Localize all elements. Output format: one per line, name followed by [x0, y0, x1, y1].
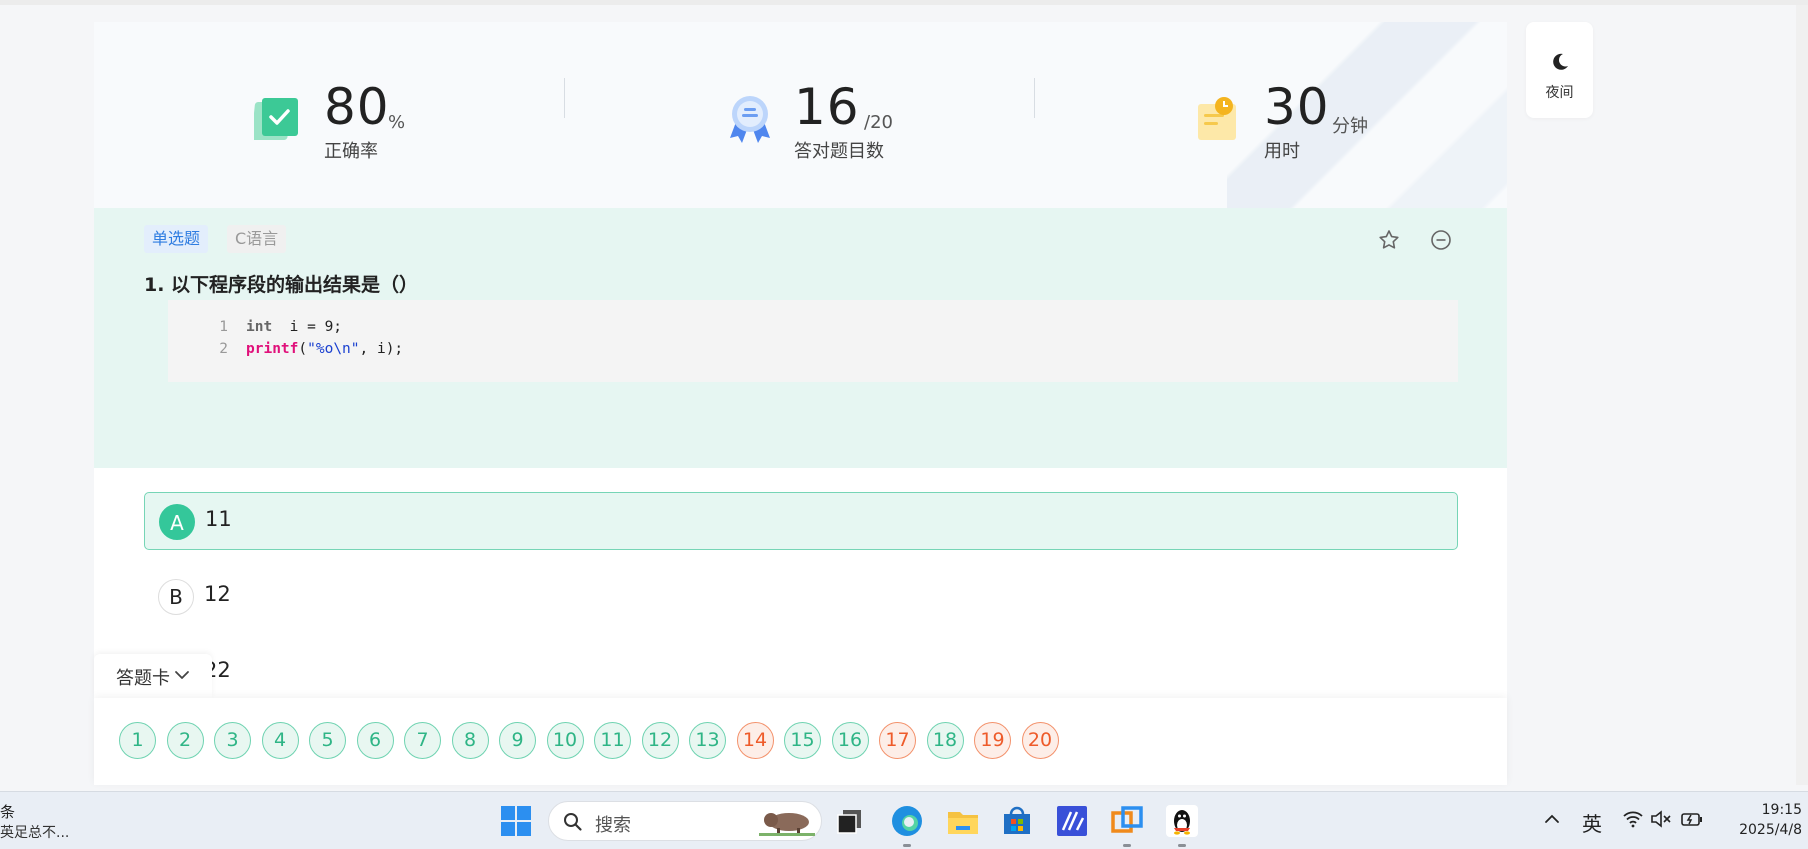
chevron-down-icon [175, 671, 189, 679]
answer-card-question-1[interactable]: 1 [119, 722, 156, 759]
answer-option-a[interactable]: A 11 [144, 492, 1458, 550]
option-letter: A [159, 504, 195, 540]
answer-card-question-8[interactable]: 8 [451, 722, 489, 759]
star-favorite-icon[interactable] [1377, 228, 1401, 252]
moon-icon [1553, 53, 1568, 70]
answer-card-question-14[interactable]: 14 [736, 722, 774, 759]
remove-circle-icon[interactable] [1429, 228, 1453, 252]
qq-penguin-icon[interactable] [1165, 804, 1199, 847]
result-main-card: 80 % 正确率 16 /20 答对题目数 30 分钟 用时 单选题 C语言 1… [94, 22, 1507, 785]
system-clock-time[interactable]: 19:15 [1722, 802, 1802, 818]
answer-card-question-11[interactable]: 11 [594, 722, 631, 759]
answer-card-sheet: 1 2 3 4 5 6 7 8 9 10 11 12 13 14 15 16 17 18 19 20 [94, 698, 1507, 785]
answer-option-c[interactable]: C22 [144, 644, 1458, 702]
answer-card-question-7[interactable]: 7 [404, 722, 441, 759]
answer-option-b[interactable]: B 12 [144, 568, 1458, 626]
answer-card-question-6[interactable]: 6 [356, 722, 394, 759]
search-icon [564, 813, 582, 831]
task-view-icon[interactable] [833, 804, 867, 838]
question-title: 1. 以下程序段的输出结果是（） [144, 274, 419, 296]
correct-count-value: 16 [794, 78, 860, 136]
stats-divider [1034, 78, 1035, 118]
answer-card-question-9[interactable]: 9 [499, 722, 536, 759]
microsoft-store-icon[interactable] [1000, 804, 1034, 838]
check-document-icon [251, 94, 306, 144]
answer-card-question-18[interactable]: 18 [926, 722, 964, 759]
code-block: 1 int i = 9; 2 printf("%o\n", i); [168, 300, 1458, 382]
active-app-indicator [1178, 844, 1186, 847]
volume-muted-icon[interactable] [1650, 809, 1672, 829]
edge-browser-icon[interactable] [890, 804, 924, 847]
stat-correct-count: 16 /20 答对题目数 [724, 52, 944, 172]
question-language-tag: C语言 [227, 225, 287, 253]
answer-card-question-20[interactable]: 20 [1021, 722, 1059, 759]
answer-card-question-16[interactable]: 16 [831, 722, 869, 759]
code-line-text: printf("%o\n", i); [246, 341, 404, 357]
taskbar-search-placeholder: 搜索 [595, 815, 631, 836]
answer-card-toggle[interactable]: 答题卡 [94, 654, 212, 698]
option-text: 12 [204, 582, 231, 606]
search-highlight-icon [759, 813, 815, 836]
answer-card-question-12[interactable]: 12 [641, 722, 679, 759]
time-used-label: 用时 [1264, 141, 1300, 162]
system-clock-date[interactable]: 2025/4/8 [1712, 822, 1802, 838]
stat-time-used: 30 分钟 用时 [1194, 52, 1414, 172]
stat-accuracy: 80 % 正确率 [251, 52, 454, 172]
code-line-text: int i = 9; [246, 319, 343, 335]
stats-divider [564, 78, 565, 118]
battery-charging-icon[interactable] [1680, 809, 1704, 829]
answer-card-question-19[interactable]: 19 [974, 722, 1011, 759]
accuracy-unit: % [388, 112, 406, 133]
answer-card-question-10[interactable]: 10 [546, 722, 584, 759]
answer-card-question-2[interactable]: 2 [166, 722, 204, 759]
answer-card-question-15[interactable]: 15 [784, 722, 821, 759]
answer-card-question-13[interactable]: 13 [689, 722, 726, 759]
correct-count-label: 答对题目数 [794, 141, 884, 162]
chevron-up-icon[interactable] [1543, 812, 1561, 826]
answer-card-label: 答题卡 [116, 668, 170, 689]
taskbar-search[interactable]: 搜索 [548, 801, 822, 841]
answer-card-question-17[interactable]: 17 [879, 722, 916, 759]
answer-card-question-4[interactable]: 4 [261, 722, 299, 759]
page-scrollbar[interactable] [1796, 5, 1808, 785]
ai-app-icon[interactable] [1055, 804, 1089, 838]
news-widget-subtitle[interactable]: 英足总不... [0, 822, 69, 842]
question-actions [1377, 228, 1457, 252]
news-widget-title[interactable]: 条 [0, 801, 15, 822]
question-panel: 单选题 C语言 1. 以下程序段的输出结果是（） 1 int i = 9; 2 pri… [94, 208, 1507, 468]
clock-note-icon [1194, 94, 1246, 144]
award-badge-icon [724, 94, 776, 144]
option-text: 11 [205, 507, 232, 531]
question-type-tag: 单选题 [144, 225, 209, 253]
option-letter: B [158, 579, 194, 615]
night-mode-button[interactable]: 夜间 [1526, 22, 1593, 118]
stats-panel: 80 % 正确率 16 /20 答对题目数 30 分钟 用时 [94, 22, 1507, 208]
browser-top-strip [0, 0, 1808, 5]
code-line-number: 1 [219, 319, 228, 335]
accuracy-label: 正确率 [324, 141, 378, 162]
file-explorer-icon[interactable] [946, 804, 980, 838]
wifi-icon[interactable] [1622, 809, 1644, 829]
input-method-indicator[interactable]: 英 [1582, 808, 1602, 837]
night-mode-label: 夜间 [1545, 85, 1574, 101]
accuracy-value: 80 [324, 78, 390, 136]
windows-start-icon[interactable] [500, 805, 532, 837]
virtual-machine-icon[interactable] [1110, 804, 1144, 847]
time-used-value: 30 [1264, 78, 1330, 136]
code-line-number: 2 [219, 341, 228, 357]
time-used-unit: 分钟 [1332, 116, 1368, 137]
answer-card-question-5[interactable]: 5 [309, 722, 346, 759]
active-app-indicator [1123, 844, 1131, 847]
windows-taskbar: 条 英足总不... 搜索 英 19:15 2025/4/8 [0, 791, 1808, 849]
active-app-indicator [903, 844, 911, 847]
correct-count-total: /20 [864, 112, 893, 133]
answer-card-question-3[interactable]: 3 [214, 722, 251, 759]
